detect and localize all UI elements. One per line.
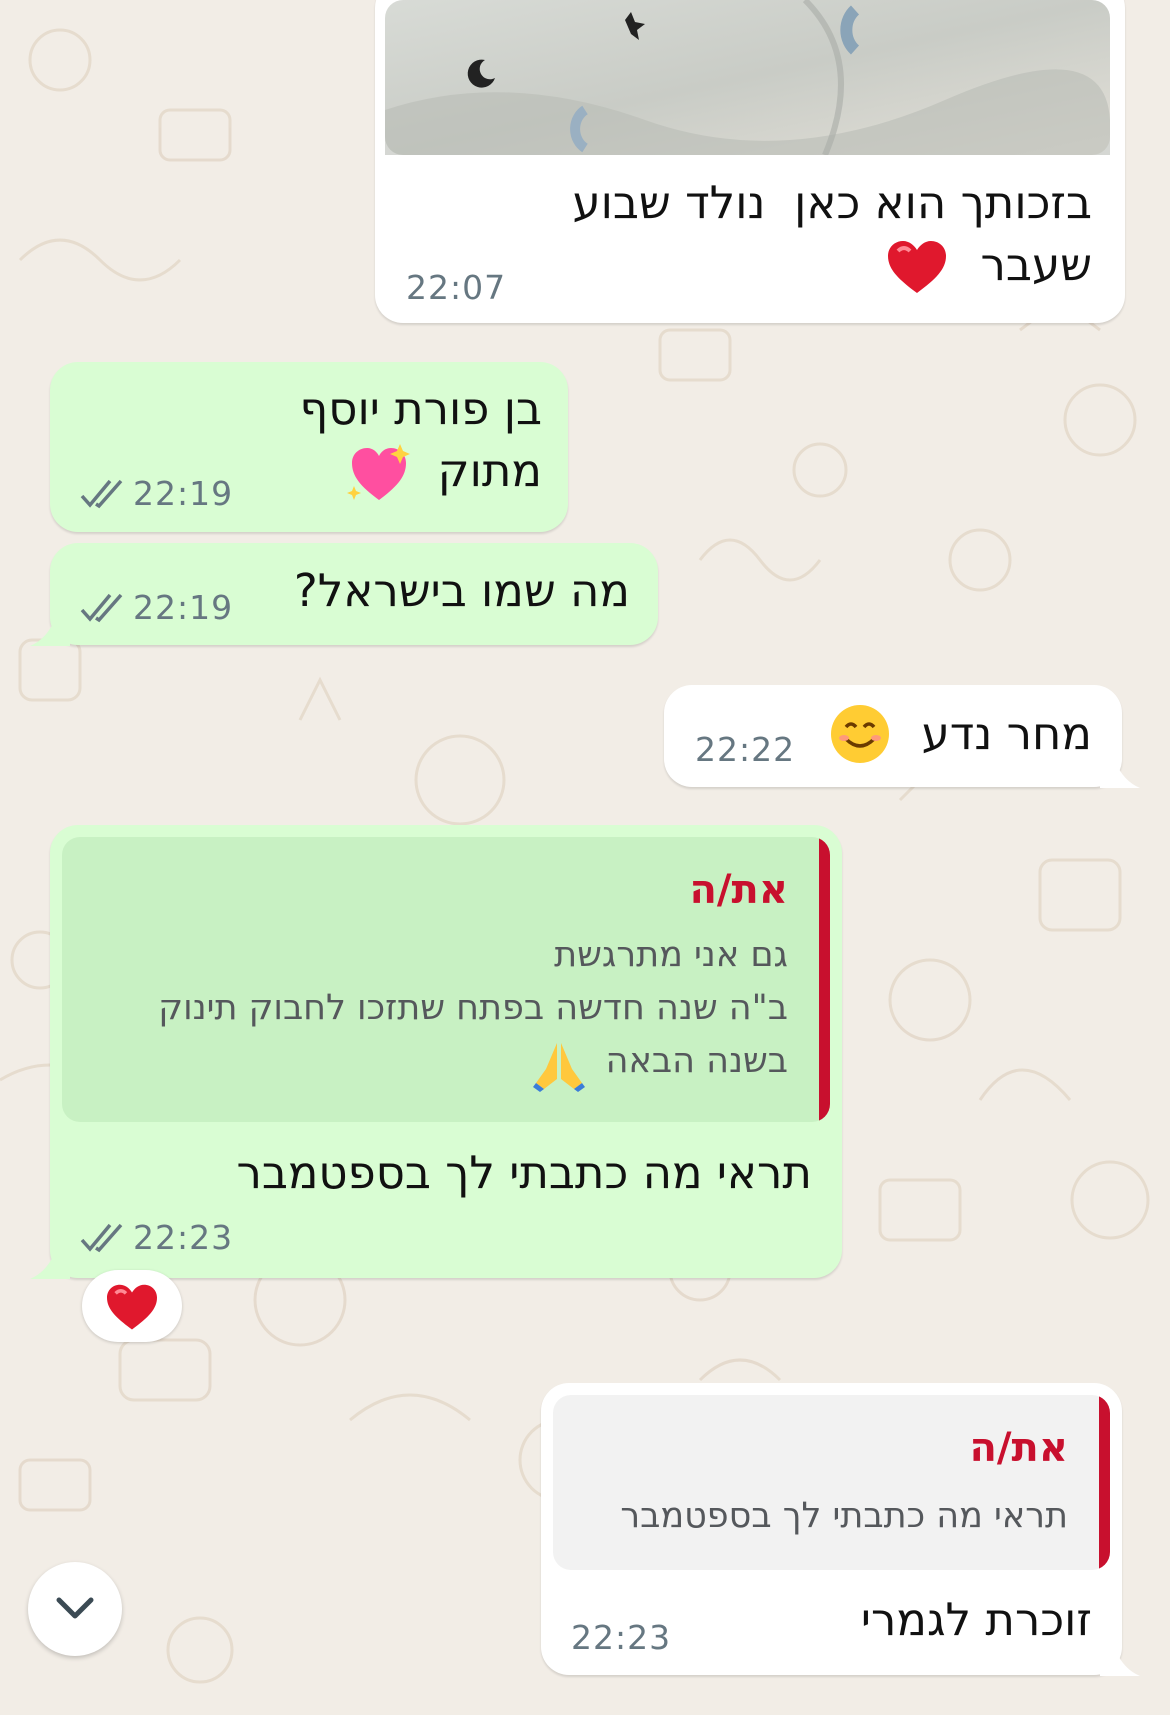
- bubble-tail: [30, 1233, 70, 1279]
- red-heart-emoji: [888, 241, 946, 293]
- message-text: תראי מה כתבתי לך בספטמבר: [236, 1146, 812, 1199]
- message-text: זוכרת לגמרי: [860, 1593, 1092, 1646]
- bubble-tail: [30, 600, 70, 646]
- folded-hands-emoji: [533, 1043, 585, 1092]
- quote-bar: [819, 837, 830, 1122]
- double-check-icon: [80, 1223, 123, 1253]
- message-time: 22:23: [571, 1618, 672, 1657]
- message-time: 22:23: [133, 1218, 234, 1257]
- double-check-icon: [80, 593, 123, 623]
- sparkling-heart-emoji: [347, 444, 410, 500]
- quote-bar: [1099, 1395, 1110, 1570]
- bubble-tail: [1100, 1630, 1140, 1676]
- quote-text: גם אני מתרגשת ב"ה שנה חדשה בפתח שתזכו לח…: [158, 935, 788, 1081]
- quoted-message[interactable]: את/ה גם אני מתרגשת ב"ה שנה חדשה בפתח שתז…: [62, 837, 830, 1122]
- message-time: 22:22: [695, 730, 796, 769]
- photo-thumbnail[interactable]: [385, 0, 1110, 155]
- message-text: מחר נדע: [921, 707, 1092, 760]
- quoted-message[interactable]: את/ה תראי מה כתבתי לך בספטמבר: [553, 1395, 1110, 1570]
- message-time: 22:07: [406, 268, 507, 307]
- message-text: מה שמו בישראל?: [293, 564, 630, 617]
- scroll-to-bottom-button[interactable]: [28, 1562, 122, 1656]
- double-check-icon: [80, 479, 123, 509]
- bubble-tail: [1100, 742, 1140, 788]
- smiling-face-emoji: [831, 705, 889, 763]
- message-text: בזכותך הוא כאן נולד שבוע שעבר: [558, 176, 1092, 291]
- red-heart-emoji: [107, 1284, 157, 1330]
- quote-author: את/ה: [689, 867, 788, 913]
- message-time: 22:19: [133, 474, 234, 513]
- message-time: 22:19: [133, 588, 234, 627]
- chevron-down-icon: [56, 1597, 94, 1619]
- quote-text: תראי מה כתבתי לך בספטמבר: [620, 1496, 1068, 1536]
- quote-author: את/ה: [969, 1425, 1068, 1471]
- reaction-badge[interactable]: [82, 1270, 182, 1342]
